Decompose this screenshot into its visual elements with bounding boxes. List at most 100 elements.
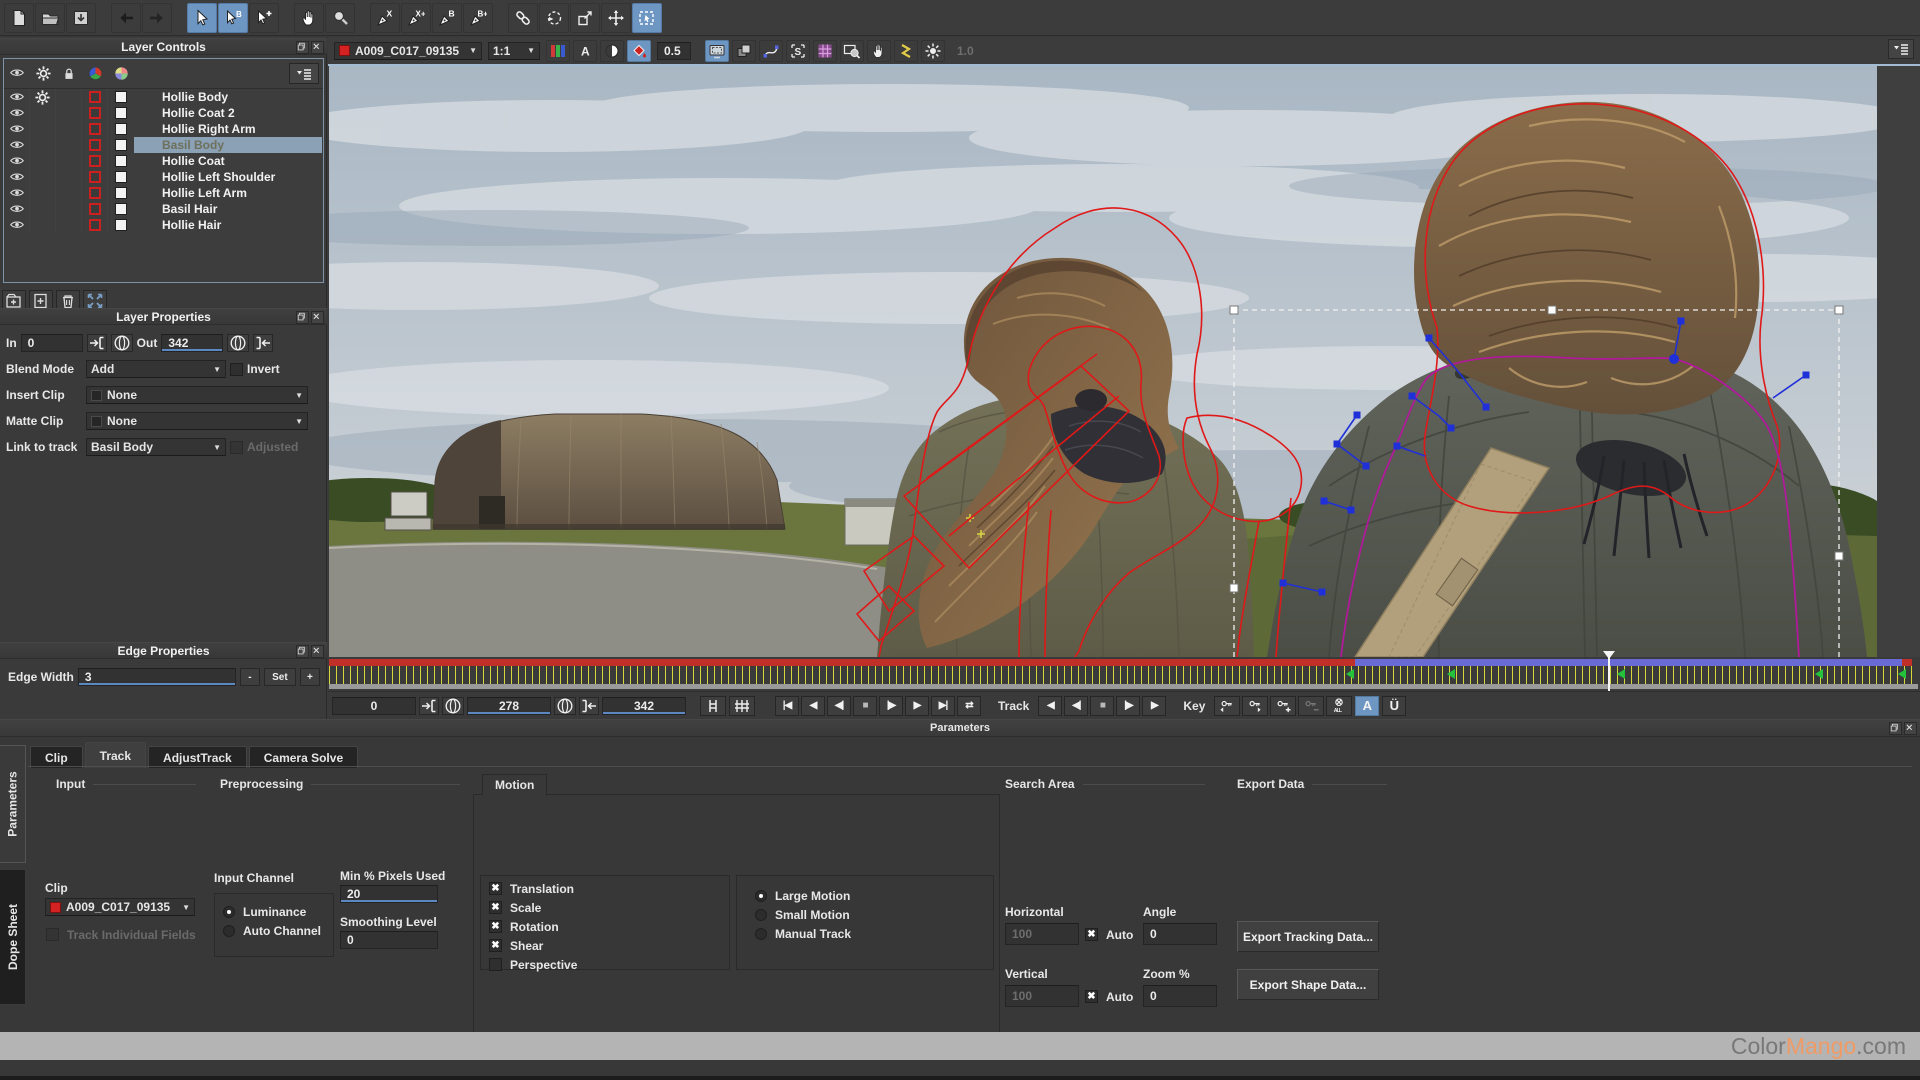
zoom-tool-button[interactable] xyxy=(325,2,355,33)
timeline-ruler[interactable] xyxy=(329,666,1918,686)
adjusted-checkbox[interactable] xyxy=(230,440,243,454)
new-file-button[interactable] xyxy=(4,2,34,33)
parameters-strip[interactable]: Parameters xyxy=(0,719,1920,737)
pan-view-button[interactable] xyxy=(867,39,891,62)
open-project-button[interactable] xyxy=(35,2,65,33)
play-back-button[interactable]: ◀ xyxy=(801,695,825,716)
dock-icon[interactable] xyxy=(296,41,309,54)
gear-icon[interactable] xyxy=(30,217,56,233)
eye-icon[interactable] xyxy=(4,201,30,217)
add-bspline-tool-button[interactable]: B+ xyxy=(463,2,493,33)
layer-name[interactable]: Basil Body xyxy=(156,137,230,153)
spline-view-button[interactable] xyxy=(759,39,783,62)
edge-width-set-button[interactable]: Set xyxy=(263,668,296,686)
edge-width-decrement-button[interactable]: - xyxy=(239,668,260,686)
checkbox-scale[interactable]: ✖ Scale xyxy=(481,898,729,917)
track-individual-fields-row[interactable]: Track Individual Fields xyxy=(38,925,196,944)
gear-icon[interactable] xyxy=(30,137,56,153)
current-frame-field[interactable]: 278 xyxy=(467,696,551,715)
export-tracking-data-button[interactable]: Export Tracking Data... xyxy=(1237,921,1379,952)
eye-icon[interactable] xyxy=(4,153,30,169)
zoom-timeline-full-icon[interactable] xyxy=(729,695,755,716)
dock-icon[interactable] xyxy=(296,311,309,324)
zoom-window-button[interactable] xyxy=(840,39,864,62)
clip-selector-dropdown[interactable]: A009_C017_09135 ▼ xyxy=(334,41,482,60)
eye-icon[interactable] xyxy=(4,105,30,121)
layer-row[interactable]: Hollie Hair xyxy=(4,217,323,233)
play-fwd-button[interactable]: ▶ xyxy=(905,695,929,716)
edge-properties-header[interactable]: Edge Properties xyxy=(0,642,327,659)
marquee-select-tool-button[interactable] xyxy=(632,2,662,33)
rgb-channels-button[interactable] xyxy=(546,39,570,62)
track-individual-fields-checkbox[interactable] xyxy=(46,928,59,941)
layer-row[interactable]: Hollie Coat xyxy=(4,153,323,169)
overlay-alpha-field[interactable]: 0.5 xyxy=(657,41,691,60)
goto-start-button[interactable]: |◀ xyxy=(775,695,799,716)
track-fwd-all-button[interactable]: ▶ xyxy=(1142,695,1167,716)
zoom-pct-field[interactable]: 0 xyxy=(1143,985,1217,1007)
tab-adjusttrack[interactable]: AdjustTrack xyxy=(148,746,247,768)
roto-out-button[interactable] xyxy=(554,696,576,715)
auto-checkbox[interactable]: ✖ xyxy=(1085,928,1098,941)
horizontal-field[interactable]: 100 xyxy=(1005,923,1079,945)
step-fwd-button[interactable]: |▶ xyxy=(879,695,903,716)
radio-manual-track[interactable]: Manual Track xyxy=(747,924,993,943)
stabilize-view-button[interactable]: S xyxy=(786,39,810,62)
viewer-canvas[interactable] xyxy=(179,66,1920,658)
layer-name[interactable]: Hollie Hair xyxy=(156,217,227,233)
timeline-in-field[interactable]: 0 xyxy=(332,696,416,715)
corner-pin-tool-button[interactable] xyxy=(570,2,600,33)
create-xspline-tool-button[interactable]: X xyxy=(370,2,400,33)
keyframe-marker[interactable] xyxy=(1898,669,1906,679)
layer-name[interactable]: Hollie Right Arm xyxy=(156,121,262,137)
layer-name[interactable]: Hollie Left Arm xyxy=(156,185,253,201)
layer-properties-header[interactable]: Layer Properties xyxy=(0,308,327,325)
viewer-menu-button[interactable] xyxy=(1888,39,1914,59)
radio-auto-channel[interactable]: Auto Channel xyxy=(215,921,333,940)
add-xspline-tool-button[interactable]: X+ xyxy=(401,2,431,33)
trace-view-button[interactable] xyxy=(894,39,918,62)
matte-clip-dropdown[interactable]: None ▼ xyxy=(86,412,308,430)
step-back-button[interactable]: ◀| xyxy=(827,695,851,716)
roto-in-button[interactable] xyxy=(110,334,133,352)
eye-icon[interactable] xyxy=(4,185,30,201)
side-tab-parameters[interactable]: Parameters xyxy=(0,745,26,863)
roto-in-button[interactable] xyxy=(442,696,464,715)
pan-tool-button[interactable] xyxy=(294,2,324,33)
layer-row[interactable]: Hollie Left Arm xyxy=(4,185,323,201)
eye-icon[interactable] xyxy=(4,89,30,105)
blend-mode-dropdown[interactable]: Add ▼ xyxy=(86,360,226,378)
radio-small-motion[interactable]: Small Motion xyxy=(747,905,993,924)
move-tool-button[interactable] xyxy=(601,2,631,33)
eye-icon[interactable] xyxy=(4,137,30,153)
autokey-button[interactable]: A xyxy=(1355,695,1380,716)
playhead-handle[interactable] xyxy=(1602,651,1615,659)
checkbox-shear[interactable]: ✖ Shear xyxy=(481,936,729,955)
gear-icon[interactable] xyxy=(30,201,56,217)
timeline-out-field[interactable]: 342 xyxy=(602,696,686,715)
layer-name[interactable]: Hollie Coat 2 xyxy=(156,105,241,121)
layer-row[interactable]: Basil Body xyxy=(4,137,323,153)
brightness-view-button[interactable] xyxy=(921,39,945,62)
contrast-view-button[interactable] xyxy=(600,39,624,62)
checkbox-perspective[interactable]: Perspective xyxy=(481,955,729,974)
layer-list-menu-button[interactable] xyxy=(289,63,319,84)
checkbox-translation[interactable]: ✖ Translation xyxy=(481,879,729,898)
layer-row[interactable]: Hollie Left Shoulder xyxy=(4,169,323,185)
checkbox-rotation[interactable]: ✖ Rotation xyxy=(481,917,729,936)
select-tool-button[interactable] xyxy=(187,2,217,33)
keyframe-marker[interactable] xyxy=(1617,669,1626,679)
angle-field[interactable]: 0 xyxy=(1143,923,1217,945)
tab-clip[interactable]: Clip xyxy=(30,746,83,768)
dock-icon[interactable] xyxy=(296,645,309,658)
tab-track[interactable]: Track xyxy=(84,742,147,768)
track-bwd-button[interactable]: ◀| xyxy=(1064,695,1089,716)
key-add-button[interactable] xyxy=(1270,695,1297,716)
tab-camera-solve[interactable]: Camera Solve xyxy=(248,746,359,768)
save-project-button[interactable] xyxy=(66,2,96,33)
layer-row[interactable]: Basil Hair xyxy=(4,201,323,217)
radio-large-motion[interactable]: Large Motion xyxy=(747,886,993,905)
min-pixels-field[interactable]: 20 xyxy=(340,885,438,903)
layer-name[interactable]: Hollie Body xyxy=(156,89,234,105)
lasso-tool-button[interactable] xyxy=(539,2,569,33)
